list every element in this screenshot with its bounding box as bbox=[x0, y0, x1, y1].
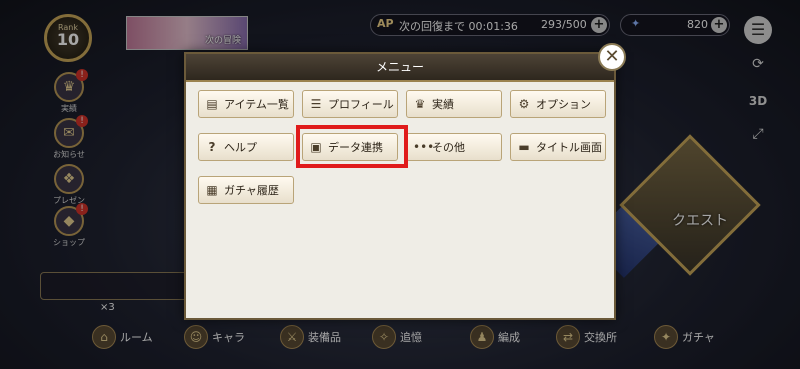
button-label: オプション bbox=[536, 98, 591, 111]
gear-icon: ⚙ bbox=[518, 97, 530, 111]
title-screen-button[interactable]: ▬ タイトル画面 bbox=[510, 133, 606, 161]
profile-icon: ☰ bbox=[310, 97, 322, 111]
button-label: その他 bbox=[432, 141, 465, 154]
button-label: ガチャ履歴 bbox=[224, 184, 279, 197]
title-screen-icon: ▬ bbox=[518, 140, 530, 154]
help-button[interactable]: ? ヘルプ bbox=[198, 133, 294, 161]
help-icon: ? bbox=[208, 140, 216, 154]
button-label: ヘルプ bbox=[224, 141, 257, 154]
button-label: タイトル画面 bbox=[536, 141, 602, 154]
options-button[interactable]: ⚙ オプション bbox=[510, 90, 606, 118]
highlight-box bbox=[296, 125, 408, 168]
dialog-title: メニュー bbox=[186, 54, 614, 82]
achievements-button[interactable]: ♛ 実績 bbox=[406, 90, 502, 118]
trophy-icon: ♛ bbox=[414, 97, 426, 111]
item-list-icon: ▤ bbox=[206, 97, 218, 111]
gacha-history-button[interactable]: ▦ ガチャ履歴 bbox=[198, 176, 294, 204]
button-label: アイテム一覧 bbox=[224, 98, 289, 111]
item-list-button[interactable]: ▤ アイテム一覧 bbox=[198, 90, 294, 118]
button-label: 実績 bbox=[432, 98, 454, 111]
profile-button[interactable]: ☰ プロフィール bbox=[302, 90, 398, 118]
more-icon: ••• bbox=[413, 140, 435, 154]
button-label: プロフィール bbox=[328, 98, 394, 111]
close-button[interactable]: ✕ bbox=[598, 43, 626, 71]
gacha-history-icon: ▦ bbox=[206, 183, 218, 197]
other-button[interactable]: ••• その他 bbox=[406, 133, 502, 161]
